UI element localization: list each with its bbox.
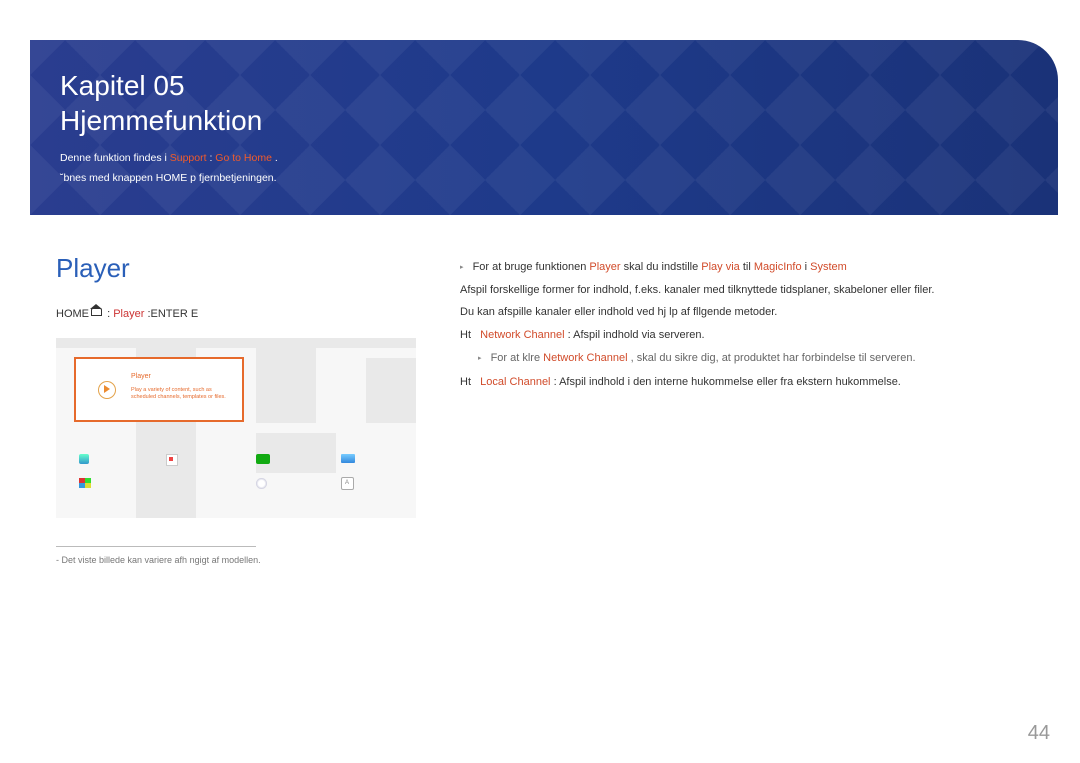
network-channel-label: Network Channel bbox=[480, 329, 564, 341]
thumb-icon: A bbox=[341, 477, 354, 490]
thumb-icon bbox=[256, 478, 267, 489]
network-channel-line: Ht Network Channel : Afspil indhold via … bbox=[460, 326, 1044, 345]
local-channel-line: Ht Local Channel : Afspil indhold i den … bbox=[460, 373, 1044, 392]
shade bbox=[56, 338, 416, 348]
screen-preview: Player Play a variety of content, such a… bbox=[56, 338, 416, 518]
menu-path: HOME : Player :ENTER E bbox=[56, 308, 436, 320]
footnote: Det viste billede kan variere afh ngigt … bbox=[56, 555, 436, 565]
section-title: Player bbox=[56, 253, 436, 284]
chapter-title: Kapitel 05 Hjemmefunktion bbox=[60, 68, 1028, 138]
path-enter: :ENTER E bbox=[147, 308, 198, 320]
thumb-icon bbox=[341, 454, 355, 463]
page-number: 44 bbox=[1028, 722, 1050, 745]
path-home: HOME bbox=[56, 308, 89, 320]
info-line: For at bruge funktionen Player skal du i… bbox=[460, 258, 1044, 277]
local-channel-label: Local Channel bbox=[480, 376, 550, 388]
desc-line: Afspil forskellige former for indhold, f… bbox=[460, 281, 1044, 300]
go-to-home-label: Go to Home bbox=[215, 152, 272, 164]
network-channel-sub: For at klre Network Channel , skal du si… bbox=[478, 349, 1044, 368]
tile-title: Player bbox=[131, 373, 151, 380]
thumb-icon bbox=[79, 454, 89, 464]
right-column: For at bruge funktionen Player skal du i… bbox=[460, 258, 1044, 396]
chapter-name: Hjemmefunktion bbox=[60, 105, 262, 136]
thumb-icon bbox=[166, 454, 178, 466]
open-instruction: ˘bnes med knappen HOME p fjernbetjeninge… bbox=[60, 172, 1028, 184]
thumb-icon bbox=[256, 454, 270, 464]
footnote-rule bbox=[56, 546, 256, 547]
shade bbox=[256, 338, 316, 423]
tile-sub: Play a variety of content, such as sched… bbox=[131, 387, 236, 401]
player-tile: Player Play a variety of content, such a… bbox=[74, 357, 244, 422]
chapter-number: Kapitel 05 bbox=[60, 70, 185, 101]
chapter-header: Kapitel 05 Hjemmefunktion Denne funktion… bbox=[30, 40, 1058, 215]
support-label: Support bbox=[170, 152, 207, 164]
left-column: Player HOME : Player :ENTER E Player Pla… bbox=[56, 235, 436, 565]
play-icon bbox=[98, 381, 116, 399]
shade bbox=[366, 358, 416, 423]
desc-line: Du kan afspille kanaler eller indhold ve… bbox=[460, 303, 1044, 322]
home-icon bbox=[91, 308, 102, 316]
shade bbox=[256, 433, 336, 473]
manual-page: Kapitel 05 Hjemmefunktion Denne funktion… bbox=[0, 0, 1080, 763]
path-player: Player bbox=[113, 308, 144, 320]
function-location: Denne funktion findes i Support : Go to … bbox=[60, 152, 1028, 164]
thumb-icon bbox=[79, 478, 91, 488]
